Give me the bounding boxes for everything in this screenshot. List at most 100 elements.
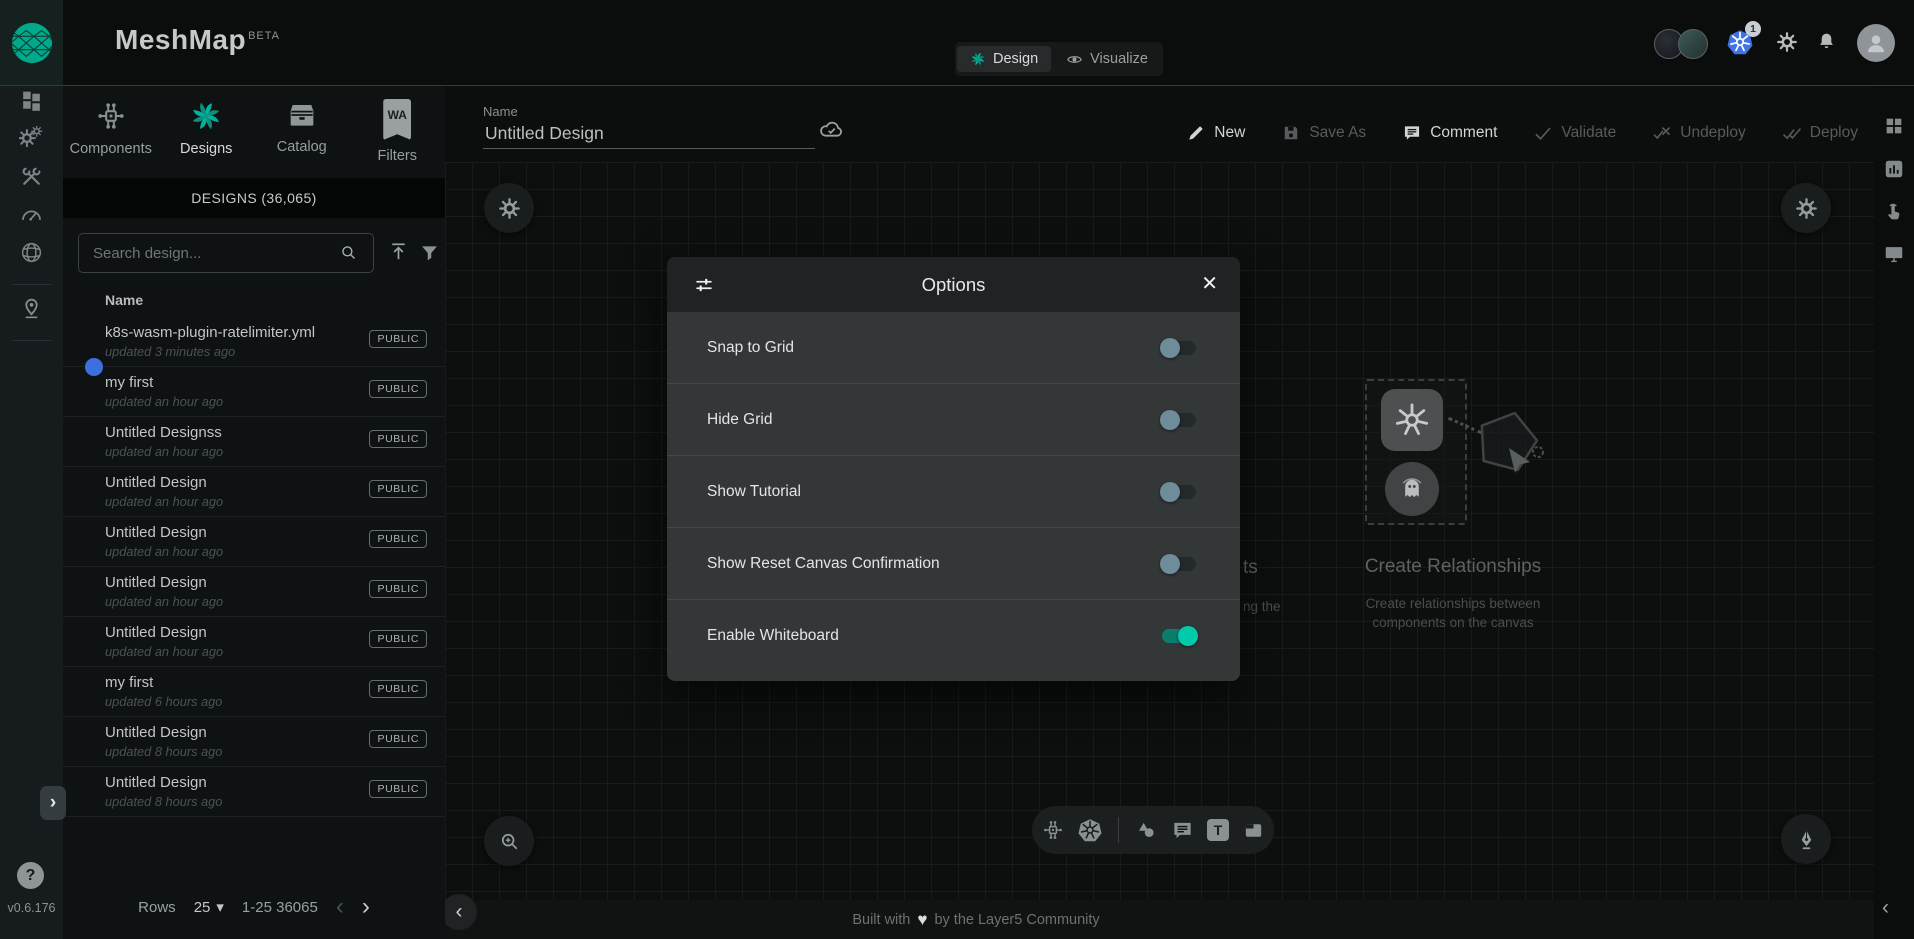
catalog-drawer-icon <box>286 99 318 131</box>
help-button[interactable]: ? <box>17 862 44 889</box>
notifications-bell-icon[interactable] <box>1816 31 1837 52</box>
mode-design[interactable]: Design <box>957 46 1051 72</box>
design-pinwheel-icon <box>970 51 986 67</box>
tab-catalog[interactable]: Catalog <box>254 86 350 178</box>
kubernetes-tool-icon[interactable] <box>1078 818 1102 842</box>
design-name-input[interactable] <box>483 119 815 149</box>
zoom-in-button[interactable] <box>484 816 534 866</box>
dock-display-icon[interactable] <box>1883 243 1905 265</box>
media-tool-icon[interactable] <box>1242 819 1265 842</box>
canvas-preferences-button[interactable] <box>1781 183 1831 233</box>
comment-tool-icon[interactable] <box>1171 819 1194 842</box>
new-button[interactable]: New <box>1186 123 1245 143</box>
hide-grid-toggle[interactable] <box>1160 410 1198 430</box>
tutorial-subtitle: Create relationships between components … <box>1303 594 1603 632</box>
dock-grid-icon[interactable] <box>1883 115 1905 137</box>
dashboard-icon[interactable] <box>19 88 44 113</box>
deploy-double-check-icon <box>1782 123 1802 143</box>
meshmap-pin-icon[interactable] <box>19 296 44 321</box>
design-list-item[interactable]: Untitled Design updated an hour ago PUBL… <box>63 617 445 667</box>
dock-chart-icon[interactable] <box>1883 158 1905 180</box>
canvas-settings-button[interactable] <box>484 183 534 233</box>
cloud-saved-icon <box>818 116 845 143</box>
panel-expander[interactable]: › <box>40 786 66 820</box>
design-name: Untitled Design <box>105 774 207 791</box>
enable-whiteboard-toggle[interactable] <box>1160 626 1198 646</box>
performance-gauge-icon[interactable] <box>19 202 44 227</box>
rail-divider <box>12 284 51 285</box>
option-hide-grid: Hide Grid <box>667 384 1240 456</box>
shapes-tool-icon[interactable] <box>1135 819 1158 842</box>
pen-nib-icon <box>1795 828 1818 851</box>
validate-label: Validate <box>1561 124 1616 142</box>
import-design-icon[interactable] <box>387 240 410 263</box>
mode-visualize[interactable]: Visualize <box>1053 46 1161 72</box>
lifecycle-gears-icon[interactable] <box>19 126 44 151</box>
undeploy-icon <box>1652 123 1672 143</box>
dock-expand-icon[interactable]: ‹ <box>1882 896 1889 920</box>
prev-page-icon[interactable]: ‹ <box>336 895 344 919</box>
close-icon[interactable]: ✕ <box>1201 271 1218 296</box>
panel-collapse-button[interactable]: ‹ <box>441 894 477 930</box>
design-list-item[interactable]: Untitled Design updated 8 hours ago PUBL… <box>63 717 445 767</box>
layer5-logo-icon <box>10 21 54 65</box>
tutorial-title: Create Relationships <box>1303 556 1603 578</box>
search-icon[interactable] <box>339 243 358 262</box>
design-list-item[interactable]: my first updated an hour ago PUBLIC <box>63 367 445 417</box>
design-list-item[interactable]: Untitled Designss updated an hour ago PU… <box>63 417 445 467</box>
design-list-item[interactable]: k8s-wasm-plugin-ratelimiter.yml updated … <box>63 317 445 367</box>
tab-designs-label: Designs <box>180 141 232 157</box>
designs-count-header: DESIGNS (36,065) <box>63 178 445 218</box>
reset-canvas-confirmation-toggle[interactable] <box>1160 554 1198 574</box>
configuration-wrenches-icon[interactable] <box>19 164 44 189</box>
design-search <box>78 233 374 273</box>
tools-divider <box>1118 817 1119 843</box>
annotation-pen-button[interactable] <box>1781 814 1831 864</box>
next-page-icon[interactable]: › <box>362 895 370 919</box>
caret-down-icon: ▾ <box>216 898 224 916</box>
layer5-logo[interactable] <box>0 0 63 86</box>
tab-designs[interactable]: Designs <box>159 86 255 178</box>
app-title-text: MeshMap <box>115 24 246 55</box>
deploy-label: Deploy <box>1810 124 1858 142</box>
footer-community: by the Layer5 Community <box>934 912 1099 928</box>
design-list-item[interactable]: Untitled Design updated an hour ago PUBL… <box>63 517 445 567</box>
user-avatar[interactable] <box>1857 24 1895 62</box>
design-updated: updated an hour ago <box>105 394 223 409</box>
filter-funnel-icon[interactable] <box>419 242 440 263</box>
show-tutorial-toggle[interactable] <box>1160 482 1198 502</box>
design-list-item[interactable]: my first updated 6 hours ago PUBLIC <box>63 667 445 717</box>
validate-button: Validate <box>1533 123 1616 143</box>
text-tool-icon[interactable]: T <box>1207 819 1229 841</box>
tab-components[interactable]: Components <box>63 86 159 178</box>
collaborator-avatar[interactable] <box>1678 29 1708 59</box>
chevron-right-icon: › <box>50 792 56 814</box>
design-list-item[interactable]: Untitled Design updated an hour ago PUBL… <box>63 467 445 517</box>
snap-to-grid-toggle[interactable] <box>1160 338 1198 358</box>
design-name: my first <box>105 374 153 391</box>
comment-label: Comment <box>1430 124 1497 142</box>
help-icon: ? <box>26 867 36 885</box>
visibility-badge: PUBLIC <box>369 730 427 748</box>
design-list: k8s-wasm-plugin-ratelimiter.yml updated … <box>63 317 445 817</box>
floppy-icon <box>1281 123 1301 143</box>
design-search-input[interactable] <box>91 234 335 272</box>
visibility-badge: PUBLIC <box>369 630 427 648</box>
comment-icon <box>1402 123 1422 143</box>
mode-visualize-label: Visualize <box>1090 51 1148 67</box>
rows-per-page-select[interactable]: 25 ▾ <box>194 898 224 916</box>
beta-tag: BETA <box>248 30 280 42</box>
design-updated: updated an hour ago <box>105 594 223 609</box>
design-list-item[interactable]: Untitled Design updated 8 hours ago PUBL… <box>63 767 445 817</box>
rows-label: Rows <box>138 899 176 916</box>
design-list-item[interactable]: Untitled Design updated an hour ago PUBL… <box>63 567 445 617</box>
tab-components-label: Components <box>70 141 152 157</box>
pagination-bar: Rows 25 ▾ 1-25 36065 ‹ › <box>63 878 445 936</box>
service-mesh-icon[interactable] <box>19 240 44 265</box>
add-component-icon[interactable] <box>1041 818 1065 842</box>
dock-interact-icon[interactable] <box>1883 200 1905 222</box>
kubernetes-helm-icon <box>1391 399 1433 441</box>
comment-button[interactable]: Comment <box>1402 123 1497 143</box>
tab-filters[interactable]: WA Filters <box>350 86 446 178</box>
settings-gear-icon[interactable] <box>1776 31 1798 53</box>
